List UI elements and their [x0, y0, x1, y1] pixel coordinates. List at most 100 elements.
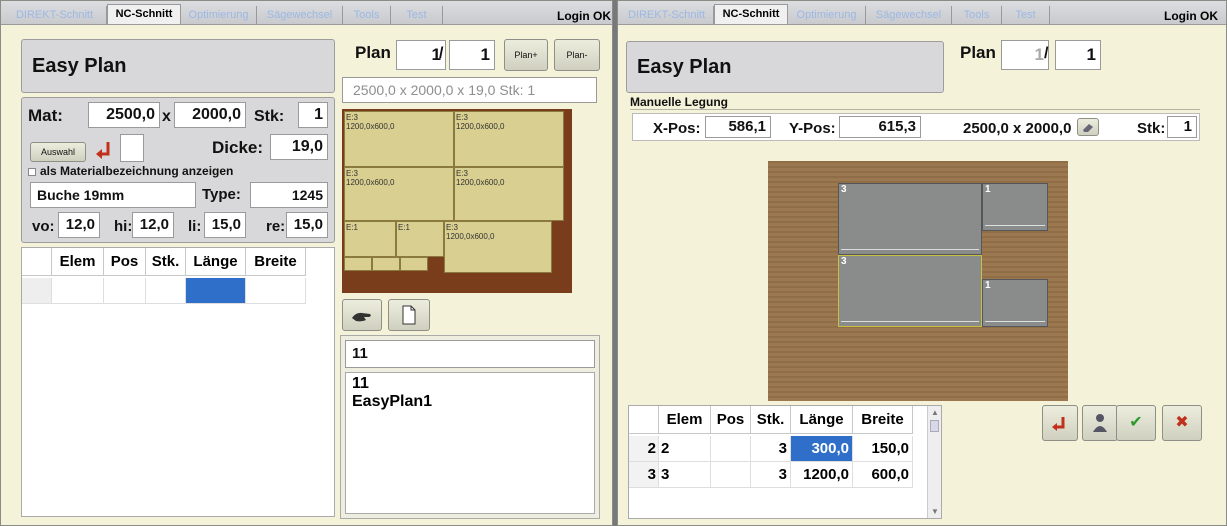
stk-cell[interactable]: 3	[751, 462, 791, 488]
plan-strip[interactable]	[372, 257, 400, 271]
confirm-button[interactable]: ✔	[1116, 405, 1156, 441]
col-header-stk[interactable]: Stk.	[751, 406, 791, 434]
tab-optimierung[interactable]: Optimierung	[181, 6, 257, 24]
tab-nc-schnitt[interactable]: NC-Schnitt	[107, 4, 181, 24]
tab-test[interactable]: Test	[1002, 6, 1050, 24]
re-input[interactable]: 15,0	[286, 212, 328, 238]
plan-piece[interactable]: E:3 1200,0x600,0	[454, 111, 564, 167]
plan-total-input[interactable]: 1	[449, 40, 495, 70]
col-header-breite[interactable]: Breite	[853, 406, 913, 434]
selected-placed-piece[interactable]: 3	[838, 255, 982, 327]
laenge-cell[interactable]: 1200,0	[791, 462, 853, 488]
board-canvas[interactable]: 3 1 3 1	[768, 161, 1068, 401]
auswahl-button[interactable]: Auswahl	[30, 142, 86, 162]
row-index-cell[interactable]	[22, 278, 52, 304]
plan-piece[interactable]: E:3 1200,0x600,0	[444, 221, 552, 273]
stk-input[interactable]: 1	[1167, 116, 1197, 138]
li-input[interactable]: 15,0	[204, 212, 246, 238]
tab-nc-schnitt[interactable]: NC-Schnitt	[714, 4, 788, 24]
tab-direkt-schnitt[interactable]: DIREKT-Schnitt	[620, 6, 714, 24]
scroll-down-arrow-icon[interactable]: ▼	[931, 507, 939, 516]
col-header-elem[interactable]: Elem	[52, 248, 104, 276]
file-list-item[interactable]: EasyPlan1	[352, 393, 588, 411]
placed-piece[interactable]: 1	[982, 183, 1048, 231]
x-label: x	[162, 108, 171, 125]
edit-dims-button[interactable]	[1077, 118, 1099, 136]
person-button[interactable]	[1082, 405, 1118, 441]
table-cell[interactable]	[246, 278, 306, 304]
hand-button[interactable]	[342, 299, 382, 331]
plan-strip[interactable]	[400, 257, 428, 271]
dicke-input[interactable]: 19,0	[270, 134, 328, 160]
piece-label: 1	[985, 184, 991, 195]
table-cell[interactable]	[52, 278, 104, 304]
material-name-input[interactable]: Buche 19mm	[30, 182, 196, 208]
plan-minus-button[interactable]: Plan-	[554, 39, 600, 71]
laenge-cell-selected[interactable]: 300,0	[791, 436, 853, 462]
vertical-scrollbar[interactable]: ▲ ▼	[927, 406, 941, 518]
file-list-item[interactable]: 11	[352, 375, 588, 393]
col-header-elem[interactable]: Elem	[659, 406, 711, 434]
col-header-laenge[interactable]: Länge	[791, 406, 853, 434]
show-matname-checkbox[interactable]	[28, 168, 36, 176]
mat-width-input[interactable]: 2500,0	[88, 102, 160, 128]
tab-tools[interactable]: Tools	[343, 6, 391, 24]
plan-total-input[interactable]: 1	[1055, 40, 1101, 70]
tab-tools[interactable]: Tools	[952, 6, 1002, 24]
placed-piece[interactable]: 1	[982, 279, 1048, 327]
file-name-input[interactable]: 11	[345, 340, 595, 368]
stk-cell[interactable]: 3	[751, 436, 791, 462]
col-header-pos[interactable]: Pos	[104, 248, 146, 276]
plan-strip[interactable]	[344, 257, 372, 271]
row-index-cell[interactable]: 3	[629, 462, 659, 488]
breite-cell[interactable]: 150,0	[853, 436, 913, 462]
plan-current-input[interactable]: 1	[1001, 40, 1049, 70]
return-button[interactable]	[1042, 405, 1078, 441]
mat-height-input[interactable]: 2000,0	[174, 102, 246, 128]
scroll-up-arrow-icon[interactable]: ▲	[931, 408, 939, 417]
breite-cell[interactable]: 600,0	[853, 462, 913, 488]
elem-cell[interactable]: 2	[659, 436, 711, 462]
col-header-laenge[interactable]: Länge	[186, 248, 246, 276]
pos-cell[interactable]	[711, 462, 751, 488]
ypos-input[interactable]: 615,3	[839, 116, 921, 138]
return-arrow-icon[interactable]	[94, 138, 116, 164]
placed-piece[interactable]: 3	[838, 183, 982, 255]
plan-piece[interactable]: E:3 1200,0x600,0	[454, 167, 564, 221]
tab-direkt-schnitt[interactable]: DIREKT-Schnitt	[3, 6, 107, 24]
plan-piece[interactable]: E:1	[344, 221, 396, 257]
table-cell[interactable]	[146, 278, 186, 304]
pos-cell[interactable]	[711, 436, 751, 462]
table-cell[interactable]	[104, 278, 146, 304]
plan-piece[interactable]: E:1	[396, 221, 444, 257]
code-input[interactable]	[120, 134, 144, 162]
col-header-breite[interactable]: Breite	[246, 248, 306, 276]
check-icon: ✔	[1129, 414, 1143, 431]
plan-piece[interactable]: E:3 1200,0x600,0	[344, 111, 454, 167]
type-input[interactable]: 1245	[250, 182, 328, 208]
selected-cell[interactable]	[186, 278, 246, 304]
tab-test[interactable]: Test	[391, 6, 443, 24]
cutting-plan-preview[interactable]: E:3 1200,0x600,0 E:3 1200,0x600,0 E:3 1200,…	[342, 109, 572, 293]
plan-plus-button[interactable]: Plan+	[504, 39, 548, 71]
tab-saegewechsel[interactable]: Sägewechsel	[866, 6, 952, 24]
hi-label: hi:	[114, 218, 133, 235]
eraser-icon	[1083, 124, 1093, 132]
vo-input[interactable]: 12,0	[58, 212, 100, 238]
col-header-pos[interactable]: Pos	[711, 406, 751, 434]
tab-optimierung[interactable]: Optimierung	[788, 6, 866, 24]
row-index-cell[interactable]: 2	[629, 436, 659, 462]
hi-input[interactable]: 12,0	[132, 212, 174, 238]
stk-input[interactable]: 1	[298, 102, 328, 128]
tab-saegewechsel[interactable]: Sägewechsel	[257, 6, 343, 24]
new-document-button[interactable]	[388, 299, 430, 331]
plan-piece[interactable]: E:3 1200,0x600,0	[344, 167, 454, 221]
scroll-thumb[interactable]	[930, 420, 939, 432]
element-table: Elem Pos Stk. Länge Breite 2 2 3 300,0 1…	[628, 405, 942, 519]
title-box: Easy Plan	[21, 39, 335, 93]
cancel-button[interactable]: ✖	[1162, 405, 1202, 441]
material-box: Mat: 2500,0 x 2000,0 Stk: 1 Auswahl Dick…	[21, 97, 335, 243]
elem-cell[interactable]: 3	[659, 462, 711, 488]
xpos-input[interactable]: 586,1	[705, 116, 771, 138]
col-header-stk[interactable]: Stk.	[146, 248, 186, 276]
